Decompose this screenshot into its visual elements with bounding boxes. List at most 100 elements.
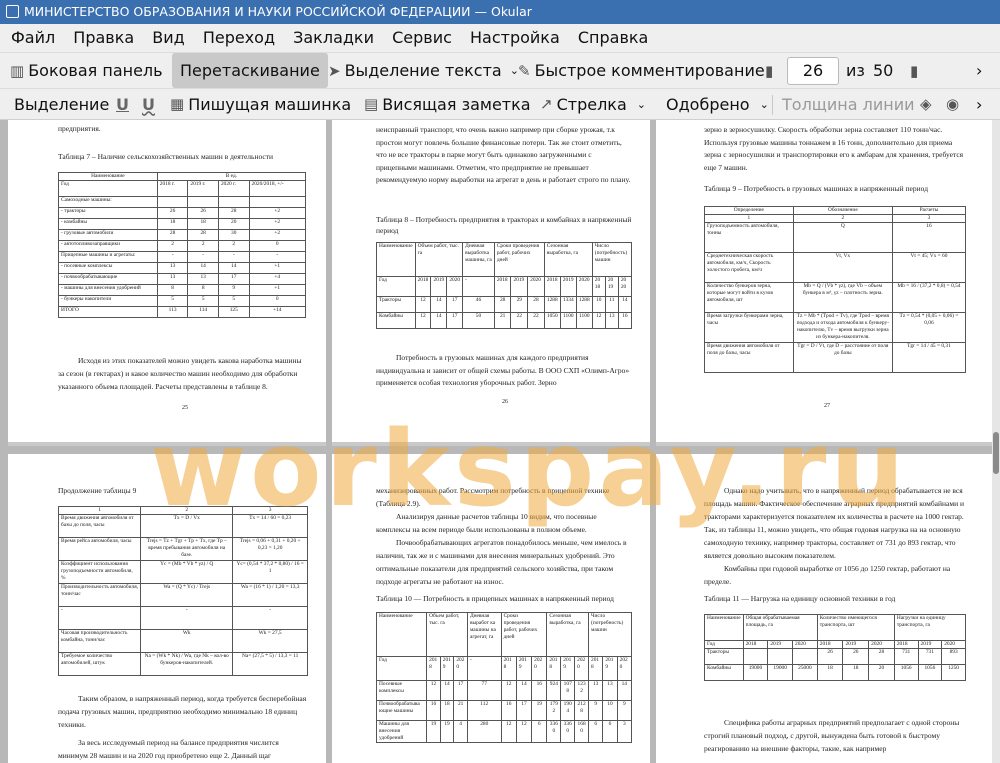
- table-cell: 9: [616, 700, 633, 721]
- typewriter-tool[interactable]: ▦ Пишущая машинка: [170, 89, 351, 119]
- table-cell: 17: [453, 680, 468, 701]
- table-cell: 1100: [575, 312, 593, 329]
- menu-view[interactable]: Вид: [152, 24, 184, 52]
- sticky-note-tool[interactable]: ▤ Висящая заметка: [364, 89, 531, 119]
- menu-go[interactable]: Переход: [203, 24, 275, 52]
- squiggle-underline-icon[interactable]: U: [142, 89, 155, 119]
- table-row: Количество бункеров зерна, которые могут…: [704, 282, 967, 313]
- text-select-button[interactable]: ➤ Выделение текста ⌄: [328, 53, 519, 88]
- annotation-toolbar: Выделение U U ▦ Пишущая машинка ▤ Висяща…: [0, 88, 1000, 120]
- table-cell: 2020/2018, +/-: [248, 180, 307, 197]
- chevron-down-icon[interactable]: ⌄: [637, 98, 646, 111]
- selection-tool[interactable]: Выделение: [14, 89, 109, 119]
- pen-icon: ✎: [518, 61, 531, 80]
- toolbar-overflow-chevron[interactable]: ›: [976, 89, 982, 119]
- table-cell: 2018: [493, 276, 512, 297]
- table-cell: [742, 648, 769, 665]
- table-cell: 18: [156, 218, 189, 230]
- table-cell: 336 0: [560, 720, 576, 743]
- sidebar-button[interactable]: ▥ Боковая панель: [10, 53, 163, 88]
- table-cell: 2018: [543, 276, 561, 297]
- cursor-icon: ➤: [328, 61, 341, 80]
- page-paragraph: неисправный транспорт, что очень важно н…: [376, 125, 631, 184]
- line-width-tool[interactable]: Толщина линии: [782, 89, 915, 119]
- table-cell: Tgr = 14 / 45 = 0,31: [891, 342, 967, 373]
- table-cell: 2: [217, 240, 250, 252]
- table-cell: 19000: [742, 664, 769, 681]
- stamp-tool[interactable]: Одобрено ⌄: [666, 89, 769, 119]
- chevron-down-icon[interactable]: ⌄: [760, 98, 769, 111]
- chevron-right-icon: ›: [976, 61, 983, 80]
- table-cell: Тракторы: [376, 296, 416, 313]
- table-cell: 1288: [575, 296, 593, 313]
- text-select-label: Выделение текста: [344, 61, 502, 80]
- table-cell: 2020: [868, 640, 895, 649]
- page-down-button[interactable]: ▮: [910, 53, 922, 88]
- document-viewport[interactable]: предприятия. Таблица 7 – Наличие сельско…: [0, 120, 992, 763]
- table-row: Комбайны 19000 19000 25000 18 18 20 1056 1056 125…: [704, 664, 966, 681]
- arrow-tool[interactable]: ↗ Стрелка ⌄: [540, 89, 646, 119]
- table-cell: 26: [156, 207, 189, 219]
- page-26: неисправный транспорт, что очень важно н…: [332, 120, 650, 446]
- page-bottom-strip: [8, 442, 326, 446]
- table-cell: 8: [187, 284, 219, 296]
- table-cell: Производительность автомобиля, тонн/час: [57, 583, 142, 607]
- table-cell: Время движения автомобиля от базы до пол…: [57, 514, 142, 538]
- table-row: ---: [57, 606, 308, 630]
- table-cell: 2020: [575, 276, 593, 297]
- table-row: - автотопливозаправщики 2 2 2 0: [58, 240, 307, 252]
- table-cell: 2020: [941, 640, 966, 649]
- menu-bookmarks[interactable]: Закладки: [293, 24, 374, 52]
- table-cell: Сезонная выработка, га: [543, 242, 593, 277]
- table-cell: 11: [604, 296, 619, 313]
- table-cell: 201 9: [439, 656, 455, 681]
- opacity-icon[interactable]: ◉: [946, 89, 963, 119]
- table-cell: 14: [616, 680, 633, 701]
- quick-comment-button[interactable]: ✎ Быстрое комментирование: [518, 53, 765, 88]
- table-row: Самоходные машины:: [58, 196, 307, 208]
- table-7: Наименование В ед. Год 2018 г. 2019 г. 2020 …: [58, 172, 307, 318]
- color-icon[interactable]: ◈: [920, 89, 936, 119]
- menu-settings[interactable]: Настройка: [470, 24, 560, 52]
- table-row: Тракторы 12 14 17 46 28 29 28 1288 1334 1288 10 11 14: [376, 296, 633, 313]
- toolbar-separator: [772, 95, 773, 115]
- table-cell: Машины для внесения удобрений: [375, 720, 428, 743]
- vertical-scrollbar[interactable]: [992, 120, 1000, 763]
- toolbar-overflow-chevron[interactable]: ›: [976, 53, 982, 88]
- table-cell: 125: [217, 306, 250, 318]
- table-cell: 3: [232, 506, 308, 515]
- menu-edit[interactable]: Правка: [73, 24, 134, 52]
- table-cell: 201 8: [546, 656, 562, 681]
- table-cell: 2: [140, 506, 234, 515]
- menu-help[interactable]: Справка: [578, 24, 649, 52]
- menu-tools[interactable]: Сервис: [392, 24, 452, 52]
- table-cell: 2: [156, 240, 189, 252]
- table-cell: 12: [414, 312, 432, 329]
- table-cell: -: [248, 251, 307, 263]
- table-row: - почвообрабатывающие 13 13 17 +4: [58, 273, 307, 285]
- table-cell: 14: [617, 296, 633, 313]
- table-cell: 22: [527, 312, 545, 329]
- table-cell: 201 8: [500, 656, 517, 681]
- table-row: Год 2018 2019 2020-2018 2019 2020 2018 2019 2020…: [376, 276, 633, 297]
- page-25: предприятия. Таблица 7 – Наличие сельско…: [8, 120, 326, 446]
- table-cell: 1: [704, 214, 794, 223]
- table-cell: 12: [426, 680, 441, 701]
- scrollbar-thumb[interactable]: [993, 432, 999, 474]
- table-cell: Наименование: [58, 172, 158, 181]
- underline-icon[interactable]: U: [116, 89, 129, 119]
- table-cell: Комбайны: [376, 312, 416, 329]
- table-cell: 14: [430, 312, 448, 329]
- table-row: Время движения автомобиля от поля до баз…: [704, 342, 967, 373]
- table-cell: Wa = (Q * Yc) / Trejs: [140, 583, 234, 607]
- page-number-input[interactable]: 26: [787, 57, 839, 85]
- table-row: Почвообрабатыва ющие машины 16 18 21 112 16 17…: [375, 700, 633, 721]
- page-up-button[interactable]: ▮: [765, 53, 777, 88]
- drag-tool-button[interactable]: Перетаскивание: [172, 53, 328, 88]
- title-bar: МИНИСТЕРСТВО ОБРАЗОВАНИЯ И НАУКИ РОССИЙС…: [0, 0, 1000, 24]
- page-bottom-strip: [656, 442, 992, 446]
- table-cell: 28: [217, 207, 250, 219]
- table-cell: 4: [453, 720, 468, 743]
- table-cell: 190 4: [560, 700, 576, 721]
- menu-file[interactable]: Файл: [11, 24, 55, 52]
